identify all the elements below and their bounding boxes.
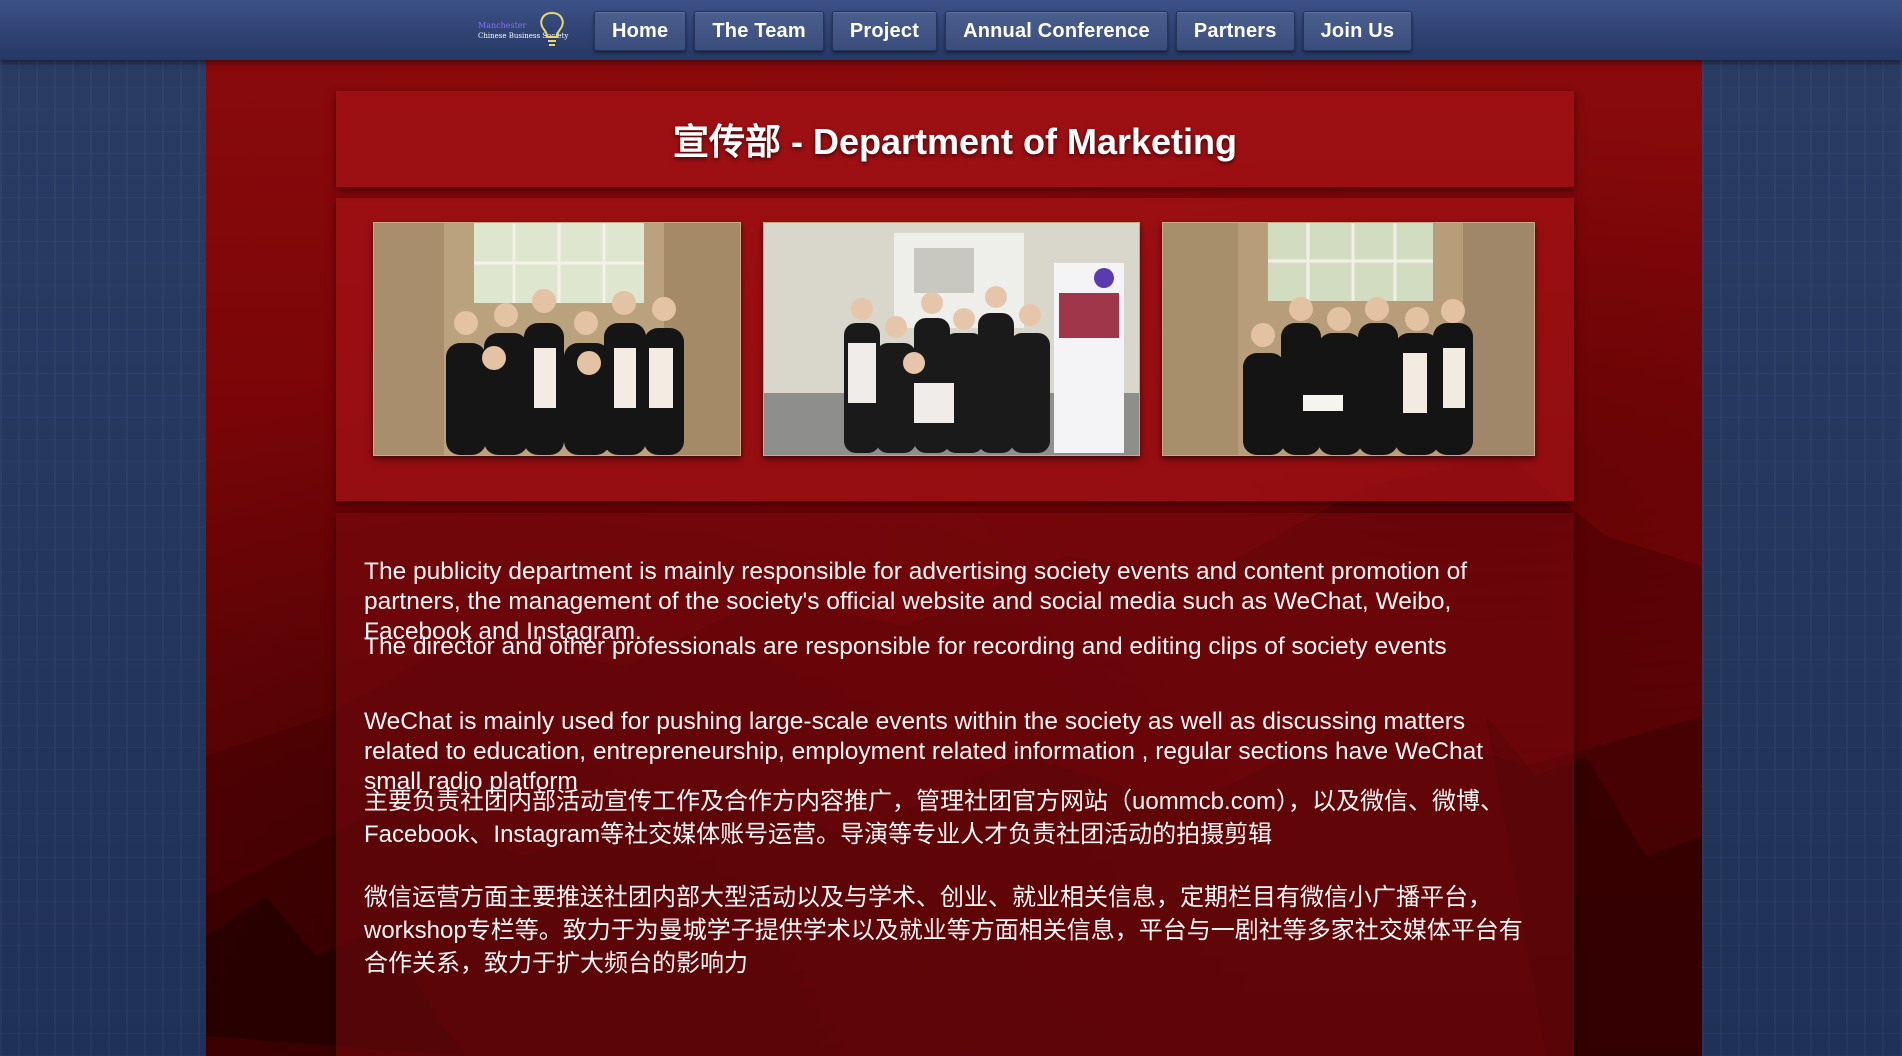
nav-partners[interactable]: Partners (1175, 11, 1295, 51)
logo-line-1: Manchester (478, 21, 527, 30)
en-paragraph-2: The director and other professionals are… (364, 633, 1447, 660)
nav-home[interactable]: Home (594, 11, 687, 51)
description-card: The publicity department is mainly respo… (336, 513, 1574, 1056)
group-photo-image (764, 223, 1139, 455)
nav-the-team[interactable]: The Team (694, 11, 824, 51)
nav-join-us[interactable]: Join Us (1302, 11, 1413, 51)
site-header: Manchester Chinese Business Society Home… (0, 0, 1902, 60)
gallery-photo-1[interactable] (373, 222, 741, 456)
nav-project[interactable]: Project (831, 11, 938, 51)
main-navigation: Home The Team Project Annual Conference … (594, 11, 1413, 51)
lightbulb-icon (540, 11, 564, 46)
en-paragraph-3: WeChat is mainly used for pushing large-… (364, 708, 1484, 795)
group-photo-image (1163, 223, 1534, 455)
right-background (1702, 60, 1902, 1056)
group-photo-image (374, 223, 740, 455)
gallery-photo-2[interactable] (763, 222, 1140, 456)
zh-paragraph-2: 微信运营方面主要推送社团内部大型活动以及与学术、创业、就业相关信息，定期栏目有微… (364, 884, 1523, 977)
society-logo[interactable]: Manchester Chinese Business Society (474, 8, 574, 52)
zh-paragraph-1: 主要负责社团内部活动宣传工作及合作方内容推广，管理社团官方网站（uommcb.c… (364, 788, 1505, 848)
title-card: 宣传部 - Department of Marketing (336, 91, 1574, 187)
content-panel: 宣传部 - Department of Marketing The public… (206, 60, 1702, 1056)
page-title: 宣传部 - Department of Marketing (672, 121, 1238, 162)
nav-annual-conference[interactable]: Annual Conference (945, 11, 1168, 51)
gallery-photo-3[interactable] (1162, 222, 1535, 456)
left-background (0, 60, 206, 1056)
photo-gallery (336, 198, 1574, 501)
